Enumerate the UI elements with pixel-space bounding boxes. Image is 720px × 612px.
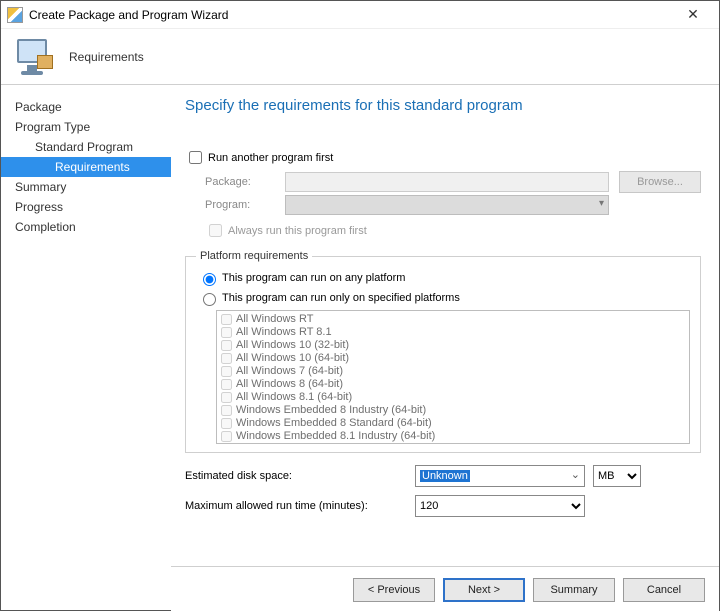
platform-checkbox xyxy=(221,392,232,403)
next-button[interactable]: Next > xyxy=(443,578,525,602)
title-bar: Create Package and Program Wizard ✕ xyxy=(1,1,719,29)
wizard-header: Requirements xyxy=(1,29,719,85)
platform-checkbox xyxy=(221,314,232,325)
platform-specified-radio[interactable] xyxy=(203,293,216,306)
nav-completion[interactable]: Completion xyxy=(1,217,171,237)
platform-checkbox xyxy=(221,340,232,351)
list-item: All Windows 10 (64-bit) xyxy=(219,352,687,365)
platform-checkbox xyxy=(221,353,232,364)
list-item: All Windows 10 (32-bit) xyxy=(219,339,687,352)
nav-progress[interactable]: Progress xyxy=(1,197,171,217)
platform-checkbox xyxy=(221,327,232,338)
nav-program-type[interactable]: Program Type xyxy=(1,117,171,137)
platform-item-label: Windows Embedded 8.1 Industry (64-bit) xyxy=(236,430,435,443)
platform-legend: Platform requirements xyxy=(196,250,312,262)
runtime-label: Maximum allowed run time (minutes): xyxy=(185,500,415,512)
platform-any-label: This program can run on any platform xyxy=(222,272,405,284)
list-item: Windows Embedded 8.1 Industry (64-bit) xyxy=(219,430,687,443)
list-item: All Windows 8 (64-bit) xyxy=(219,378,687,391)
list-item: All Windows RT xyxy=(219,313,687,326)
platform-item-label: All Windows 8 (64-bit) xyxy=(236,378,343,391)
program-select xyxy=(285,195,609,215)
disk-space-combo[interactable]: Unknown xyxy=(415,465,585,487)
platform-item-label: All Windows 10 (64-bit) xyxy=(236,352,349,365)
platform-item-label: All Windows 8.1 (64-bit) xyxy=(236,391,352,404)
list-item: All Windows RT 8.1 xyxy=(219,326,687,339)
platform-checkbox xyxy=(221,379,232,390)
list-item: Windows Embedded 8 Industry (64-bit) xyxy=(219,404,687,417)
browse-button: Browse... xyxy=(619,171,701,193)
close-button[interactable]: ✕ xyxy=(673,1,713,29)
summary-button[interactable]: Summary xyxy=(533,578,615,602)
disk-space-value: Unknown xyxy=(420,470,470,482)
list-item: All Windows 8.1 (64-bit) xyxy=(219,391,687,404)
package-label: Package: xyxy=(205,176,285,188)
list-item: Windows Embedded 8 Standard (64-bit) xyxy=(219,417,687,430)
platform-list[interactable]: All Windows RT All Windows RT 8.1 All Wi… xyxy=(216,310,690,444)
platform-checkbox xyxy=(221,418,232,429)
platform-item-label: All Windows 7 (64-bit) xyxy=(236,365,343,378)
platform-item-label: All Windows RT xyxy=(236,313,313,326)
platform-checkbox xyxy=(221,405,232,416)
platform-item-label: All Windows 10 (32-bit) xyxy=(236,339,349,352)
run-first-checkbox[interactable] xyxy=(189,151,202,164)
list-item: All Windows 7 (64-bit) xyxy=(219,365,687,378)
runtime-select[interactable]: 120 xyxy=(415,495,585,517)
platform-item-label: All Windows RT 8.1 xyxy=(236,326,332,339)
program-label: Program: xyxy=(205,199,285,211)
app-icon xyxy=(7,7,23,23)
cancel-button[interactable]: Cancel xyxy=(623,578,705,602)
window-title: Create Package and Program Wizard xyxy=(29,8,673,22)
always-run-label: Always run this program first xyxy=(228,225,367,237)
nav-package[interactable]: Package xyxy=(1,97,171,117)
platform-checkbox xyxy=(221,431,232,442)
wizard-nav: Package Program Type Standard Program Re… xyxy=(1,85,171,612)
wizard-footer: < Previous Next > Summary Cancel xyxy=(171,566,719,612)
platform-any-radio[interactable] xyxy=(203,273,216,286)
nav-summary[interactable]: Summary xyxy=(1,177,171,197)
wizard-section-title: Requirements xyxy=(69,50,144,64)
wizard-content: Specify the requirements for this standa… xyxy=(171,85,719,612)
disk-space-unit[interactable]: MB xyxy=(593,465,641,487)
package-input xyxy=(285,172,609,192)
platform-fieldset: Platform requirements This program can r… xyxy=(185,250,701,453)
wizard-icon xyxy=(15,37,55,77)
platform-item-label: Windows Embedded 8 Industry (64-bit) xyxy=(236,404,426,417)
previous-button[interactable]: < Previous xyxy=(353,578,435,602)
run-first-label: Run another program first xyxy=(208,152,333,164)
nav-standard-program[interactable]: Standard Program xyxy=(1,137,171,157)
platform-specified-label: This program can run only on specified p… xyxy=(222,292,460,304)
platform-item-label: Windows Embedded 8 Standard (64-bit) xyxy=(236,417,432,430)
page-heading: Specify the requirements for this standa… xyxy=(185,97,701,114)
disk-space-label: Estimated disk space: xyxy=(185,470,415,482)
nav-requirements[interactable]: Requirements xyxy=(1,157,171,177)
always-run-checkbox xyxy=(209,224,222,237)
platform-checkbox xyxy=(221,366,232,377)
